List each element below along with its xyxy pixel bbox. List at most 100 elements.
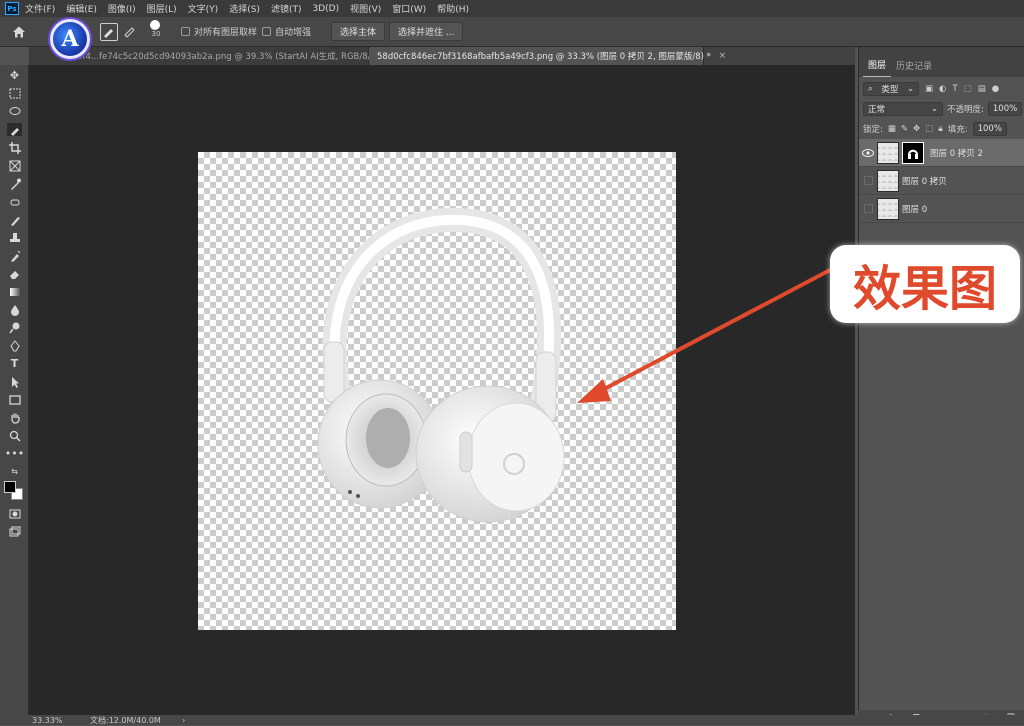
select-subject-button[interactable]: 选择主体 (331, 22, 386, 41)
search-icon: ⌕ (868, 84, 873, 94)
menu-image[interactable]: 图像(I) (108, 2, 136, 15)
eraser-tool-icon[interactable] (7, 267, 22, 280)
layer-row[interactable]: 图层 0 拷贝 2 (859, 139, 1024, 167)
screen-mode-icon[interactable] (7, 525, 22, 538)
filter-pixel-icon[interactable]: ▣ (925, 84, 933, 94)
lock-transparent-icon[interactable]: ▦ (888, 124, 896, 134)
quick-mask-icon[interactable] (7, 507, 22, 520)
opacity-label: 不透明度: (947, 105, 984, 115)
auto-enhance-checkbox[interactable]: 自动增强 (262, 25, 311, 38)
menu-window[interactable]: 窗口(W) (392, 2, 426, 15)
filter-adjustment-icon[interactable]: ◐ (939, 84, 946, 94)
layer-name: 图层 0 (902, 204, 928, 215)
tab-layers[interactable]: 图层 (863, 58, 892, 77)
swap-colors-icon[interactable]: ⇆ (7, 465, 22, 478)
chevron-down-icon: ⌄ (906, 84, 914, 94)
brush-size-value: 30 (151, 30, 161, 38)
menu-file[interactable]: 文件(F) (25, 2, 55, 15)
document-tab-label: c89f4...fe74c5c20d5cd94093ab2a.png @ 39.… (67, 52, 405, 62)
blend-mode-value: 正常 (868, 105, 886, 115)
layers-panel: 图层 历史记录 ⌕ 类型 ⌄ ▣ ◐ T ⬚ ▤ ● 正常 ⌄ 不透明度: 10… (858, 47, 1024, 715)
gradient-tool-icon[interactable] (7, 285, 22, 298)
menu-filter[interactable]: 滤镜(T) (271, 2, 302, 15)
move-tool-icon[interactable]: ✥ (7, 69, 22, 82)
zoom-tool-icon[interactable] (7, 429, 22, 442)
layer-name: 图层 0 拷贝 (902, 176, 947, 187)
status-menu-icon[interactable]: › (182, 716, 185, 725)
home-icon[interactable] (12, 25, 26, 39)
layer-name: 图层 0 拷贝 2 (930, 148, 983, 159)
pen-tool-icon[interactable] (7, 339, 22, 352)
blend-mode-select[interactable]: 正常 ⌄ (863, 102, 943, 116)
path-selection-tool-icon[interactable] (7, 375, 22, 388)
filter-toggle-icon[interactable]: ● (992, 84, 999, 94)
menu-select[interactable]: 选择(S) (229, 2, 260, 15)
filter-kind-select[interactable]: ⌕ 类型 ⌄ (863, 82, 919, 96)
lock-pixels-icon[interactable]: ✎ (901, 124, 908, 134)
filter-smart-object-icon[interactable]: ▤ (978, 84, 986, 94)
sample-all-layers-label: 对所有图层取样 (194, 28, 258, 38)
panel-tabs: 图层 历史记录 (859, 47, 1024, 77)
lock-position-icon[interactable]: ✥ (913, 124, 920, 134)
menu-help[interactable]: 帮助(H) (437, 2, 469, 15)
eyedropper-tool-icon[interactable] (7, 177, 22, 190)
blur-tool-icon[interactable] (7, 303, 22, 316)
filter-kind-value: 类型 (881, 85, 899, 95)
checkbox-box[interactable] (181, 27, 190, 36)
brush-subtract-icon[interactable] (122, 23, 140, 41)
layer-row[interactable]: 图层 0 拷贝 (859, 167, 1024, 195)
auto-enhance-label: 自动增强 (275, 28, 312, 38)
menu-3d[interactable]: 3D(D) (312, 4, 339, 14)
hand-tool-icon[interactable] (7, 411, 22, 424)
sample-all-layers-checkbox[interactable]: 对所有图层取样 (181, 25, 257, 38)
layer-thumbnail (877, 169, 899, 192)
tab-history[interactable]: 历史记录 (891, 59, 937, 77)
eye-hidden-icon[interactable] (859, 204, 877, 213)
frame-tool-icon[interactable] (7, 159, 22, 172)
document-workarea (29, 65, 855, 715)
menu-layer[interactable]: 图层(L) (147, 2, 177, 15)
photoshop-logo-icon[interactable]: Ps (5, 2, 19, 15)
zoom-level[interactable]: 33.33% (32, 716, 90, 725)
layer-filter-row: ⌕ 类型 ⌄ ▣ ◐ T ⬚ ▤ ● (859, 79, 1024, 99)
more-tools-icon[interactable]: ••• (5, 447, 24, 460)
filter-shape-icon[interactable]: ⬚ (964, 84, 972, 94)
brush-tool-icon[interactable] (7, 213, 22, 226)
type-tool-icon[interactable]: T (7, 357, 22, 370)
clone-stamp-tool-icon[interactable] (7, 231, 22, 244)
layer-mask-thumbnail[interactable] (902, 141, 924, 164)
opacity-input[interactable]: 100% (987, 102, 1022, 116)
menu-bar: Ps 文件(F) 编辑(E) 图像(I) 图层(L) 文字(Y) 选择(S) 滤… (0, 0, 1024, 17)
close-icon[interactable]: × (719, 51, 726, 61)
rectangle-tool-icon[interactable] (7, 393, 22, 406)
layer-row[interactable]: 图层 0 (859, 195, 1024, 223)
effect-callout: 效果图 (830, 245, 1020, 323)
history-brush-tool-icon[interactable] (7, 249, 22, 262)
options-bar: 30 对所有图层取样 自动增强 选择主体 选择并遮住 ... (0, 17, 1024, 47)
fill-input[interactable]: 100% (972, 122, 1007, 136)
healing-brush-tool-icon[interactable] (7, 195, 22, 208)
document-tab-2[interactable]: 58d0cfc846ec7bf3168afbafb5a49cf3.png @ 3… (369, 47, 726, 65)
lock-all-icon[interactable]: 🔒︎ (938, 124, 943, 134)
menu-view[interactable]: 视图(V) (350, 2, 381, 15)
crop-tool-icon[interactable] (7, 141, 22, 154)
tools-panel: ✥ T ••• ⇆ (0, 65, 29, 715)
foreground-color-swatch[interactable] (4, 481, 16, 493)
marquee-tool-icon[interactable] (7, 87, 22, 100)
menu-edit[interactable]: 编辑(E) (66, 2, 97, 15)
brush-size-picker[interactable]: 30 (147, 20, 165, 38)
select-and-mask-button[interactable]: 选择并遮住 ... (389, 22, 464, 41)
brush-preview-icon (150, 20, 160, 30)
quick-selection-tool-icon[interactable] (7, 123, 22, 136)
checkbox-box[interactable] (262, 27, 271, 36)
eye-hidden-icon[interactable] (859, 176, 877, 185)
brush-add-icon[interactable] (100, 23, 118, 41)
menu-type[interactable]: 文字(Y) (188, 2, 219, 15)
eye-icon[interactable] (859, 148, 877, 157)
lasso-tool-icon[interactable] (7, 105, 22, 118)
lock-artboard-icon[interactable]: ⬚ (925, 124, 933, 134)
fill-value: 100% (977, 124, 1002, 134)
filter-type-icon[interactable]: T (952, 84, 957, 94)
lock-row: 锁定: ▦ ✎ ✥ ⬚ 🔒︎ 填充: 100% (859, 119, 1024, 139)
dodge-tool-icon[interactable] (7, 321, 22, 334)
